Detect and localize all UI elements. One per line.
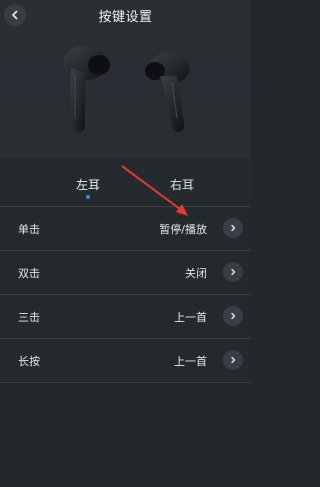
earbuds-image [63,46,190,133]
page-title: 按键设置 [98,10,153,25]
setting-value: 暂停/播放 [159,223,207,236]
setting-label: 单击 [18,223,40,236]
chevron-right-icon[interactable] [223,306,243,326]
chevron-right-icon[interactable] [223,218,243,238]
setting-label: 三击 [18,311,40,324]
setting-row-long-press[interactable]: 长按 上一首 [0,339,251,383]
chevron-right-icon[interactable] [223,262,243,282]
setting-label: 双击 [18,267,40,280]
setting-row-triple-tap[interactable]: 三击 上一首 [0,295,251,339]
setting-label: 长按 [18,355,40,368]
ear-tabs: 左耳 右耳 [0,158,251,202]
setting-value: 上一首 [174,355,207,368]
active-tab-indicator [86,195,90,199]
settings-list: 单击 暂停/播放 双击 关闭 三击 上一首 长按 上一首 [0,206,251,383]
setting-row-single-tap[interactable]: 单击 暂停/播放 [0,206,251,251]
setting-row-double-tap[interactable]: 双击 关闭 [0,251,251,295]
setting-value: 上一首 [174,311,207,324]
left-earbud [63,46,110,132]
tab-right-ear[interactable]: 右耳 [170,176,194,193]
setting-value: 关闭 [185,267,207,280]
tab-left-ear[interactable]: 左耳 [76,176,100,193]
chevron-right-icon[interactable] [223,350,243,370]
header-bar: 按键设置 [0,0,251,30]
right-earbud [145,52,190,133]
